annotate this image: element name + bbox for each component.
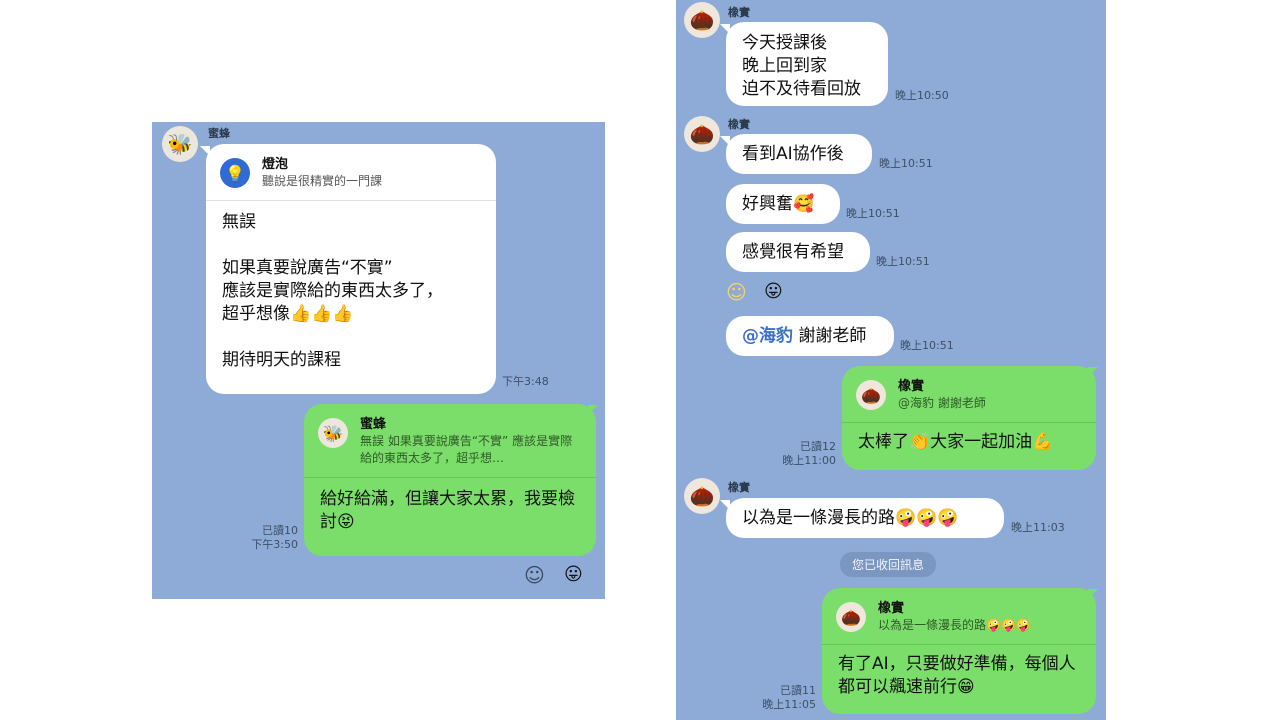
mention-tag[interactable]: @海豹 — [742, 326, 793, 346]
sender-name: 橡實 — [728, 118, 750, 131]
message-bubble[interactable]: @海豹 謝謝老師 — [726, 316, 894, 356]
message-text: 給好給滿，但讓大家太累，我要檢討😝 — [320, 489, 575, 532]
sender-name: 橡實 — [728, 481, 750, 494]
message-time: 晚上10:51 — [876, 255, 930, 268]
message-bubble[interactable]: 感覺很有希望 — [726, 232, 870, 272]
bulb-icon: 💡 — [220, 158, 250, 188]
acorn-avatar-icon[interactable]: 🌰 — [684, 2, 720, 38]
acorn-icon: 🌰 — [836, 602, 866, 632]
right-chat-panel: 🌰 橡實 今天授課後 晚上回到家 迫不及待看回放 晚上10:50 🌰 橡實 看到… — [676, 0, 1106, 720]
sender-name: 蜜蜂 — [208, 127, 230, 140]
message-time: 晚上10:51 — [846, 207, 900, 220]
reply-quote[interactable]: 🌰 橡實 以為是一條漫長的路🤪🤪🤪 — [822, 588, 1096, 644]
sticker-icon[interactable]: 😛 — [764, 283, 783, 301]
message-bubble[interactable]: 好興奮🥰 — [726, 184, 840, 224]
message-time: 晚上10:50 — [895, 89, 949, 102]
message-bubble-own[interactable]: 🐝 蜜蜂 無誤 如果真要說廣告“不實” 應該是實際給的東西太多了，超乎想… 給好… — [304, 404, 596, 556]
reply-title: 蜜蜂 — [360, 417, 387, 432]
message-bubble[interactable]: 看到AI協作後 — [726, 134, 872, 174]
emoji-icon[interactable]: ☺ — [524, 565, 545, 585]
reply-title: 橡實 — [898, 379, 925, 394]
message-text: 有了AI，只要做好準備，每個人都可以飆速前行😁 — [838, 654, 1076, 697]
bee-avatar-icon[interactable]: 🐝 — [162, 126, 198, 162]
message-time: 下午3:50 — [251, 538, 298, 551]
reply-text: @海豹 謝謝老師 — [898, 396, 986, 410]
message-time: 下午3:48 — [502, 375, 549, 388]
sender-name: 橡實 — [728, 6, 750, 19]
acorn-icon: 🌰 — [856, 380, 886, 410]
read-count: 已讀11 — [780, 684, 816, 697]
acorn-avatar-icon[interactable]: 🌰 — [684, 116, 720, 152]
reply-text: 以為是一條漫長的路🤪🤪🤪 — [878, 618, 1031, 632]
message-time: 晚上11:00 — [782, 454, 836, 467]
reply-title: 燈泡 — [262, 157, 289, 172]
reply-text: 無誤 如果真要說廣告“不實” 應該是實際給的東西太多了，超乎想… — [360, 434, 573, 465]
emoji-icon[interactable]: ☺ — [726, 282, 747, 302]
message-time: 晚上11:05 — [762, 698, 816, 711]
message-time: 晚上10:51 — [900, 339, 954, 352]
reply-quote[interactable]: 🌰 橡實 @海豹 謝謝老師 — [842, 366, 1096, 422]
reply-quote[interactable]: 🐝 蜜蜂 無誤 如果真要說廣告“不實” 應該是實際給的東西太多了，超乎想… — [304, 404, 596, 477]
reply-title: 橡實 — [878, 601, 905, 616]
message-bubble-own[interactable]: 🌰 橡實 @海豹 謝謝老師 太棒了👏大家一起加油💪 — [842, 366, 1096, 470]
message-text: 太棒了👏大家一起加油💪 — [858, 432, 1054, 452]
bee-icon: 🐝 — [318, 418, 348, 448]
read-count: 已讀12 — [800, 440, 836, 453]
message-text: 謝謝老師 — [798, 326, 867, 346]
message-text: 無誤 如果真要說廣告“不實” 應該是實際給的東西太多了， 超乎想像👍👍👍 期待明… — [222, 212, 443, 370]
message-bubble[interactable]: 以為是一條漫長的路🤪🤪🤪 — [726, 498, 1004, 538]
sticker-icon[interactable]: 😛 — [564, 566, 583, 584]
reply-quote[interactable]: 💡 燈泡 聽說是很精實的一門課 — [206, 144, 496, 200]
message-time: 晚上11:03 — [1011, 521, 1065, 534]
message-bubble[interactable]: 💡 燈泡 聽說是很精實的一門課 無誤 如果真要說廣告“不實” 應該是實際給的東西… — [206, 144, 496, 394]
left-chat-panel: 🐝 蜜蜂 💡 燈泡 聽說是很精實的一門課 無誤 如果真要說廣告“不實” 應該是實… — [152, 122, 605, 599]
system-notice: 您已收回訊息 — [840, 552, 937, 577]
message-bubble-own[interactable]: 🌰 橡實 以為是一條漫長的路🤪🤪🤪 有了AI，只要做好準備，每個人都可以飆速前行… — [822, 588, 1096, 714]
read-count: 已讀10 — [262, 524, 298, 537]
message-bubble[interactable]: 今天授課後 晚上回到家 迫不及待看回放 — [726, 22, 888, 106]
message-time: 晚上10:51 — [879, 157, 933, 170]
acorn-avatar-icon[interactable]: 🌰 — [684, 478, 720, 514]
reply-text: 聽說是很精實的一門課 — [262, 174, 383, 188]
